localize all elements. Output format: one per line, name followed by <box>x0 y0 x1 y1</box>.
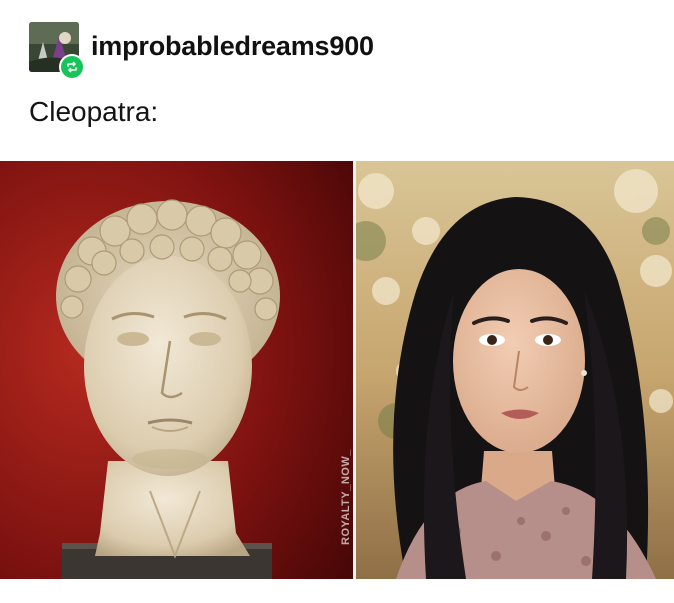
portrait-photo <box>356 161 674 579</box>
reblog-icon <box>59 54 85 80</box>
bust-photo <box>0 161 353 579</box>
username-link[interactable]: improbabledreams900 <box>91 31 374 62</box>
post-caption: Cleopatra: <box>29 96 159 127</box>
post-header: improbabledreams900 <box>29 22 649 80</box>
watermark-text: ROYALTY_NOW_ <box>340 449 352 545</box>
